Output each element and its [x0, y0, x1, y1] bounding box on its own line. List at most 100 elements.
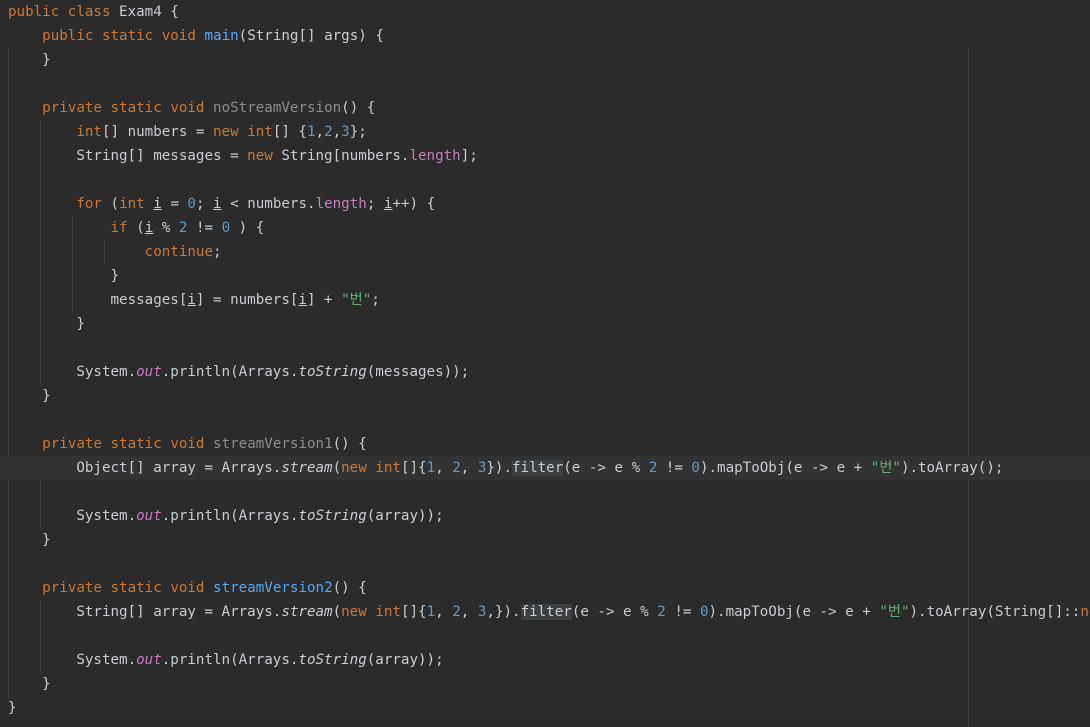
- code-line[interactable]: [0, 408, 1090, 432]
- code-token: }: [8, 676, 51, 692]
- code-token: toString: [298, 364, 367, 380]
- code-token: System.: [8, 364, 137, 380]
- code-token: i: [213, 196, 222, 212]
- code-token: .println(Arrays.: [161, 364, 299, 380]
- code-token: ;: [195, 196, 214, 212]
- code-token: continue: [144, 244, 214, 260]
- code-token: stream: [281, 604, 333, 620]
- code-line[interactable]: if (i % 2 != 0 ) {: [0, 216, 1090, 240]
- code-token: }: [8, 532, 51, 548]
- code-line-text: System.out.println(Arrays.toString(messa…: [8, 360, 469, 384]
- code-line[interactable]: }: [0, 312, 1090, 336]
- code-token: 1: [306, 124, 316, 140]
- code-line[interactable]: }: [0, 528, 1090, 552]
- code-line[interactable]: }: [0, 264, 1090, 288]
- code-line[interactable]: System.out.println(Arrays.toString(array…: [0, 648, 1090, 672]
- code-token: new: [341, 460, 367, 476]
- code-line[interactable]: int[] numbers = new int[] {1,2,3};: [0, 120, 1090, 144]
- code-token: !=: [657, 460, 692, 476]
- code-token: void: [170, 100, 205, 116]
- code-token: for: [76, 196, 102, 212]
- code-token: main: [204, 28, 239, 44]
- code-token: "번": [870, 460, 901, 476]
- code-token: "번": [879, 604, 910, 620]
- code-token: int: [119, 196, 145, 212]
- code-token: ;: [213, 244, 222, 260]
- code-token: ).mapToObj(e -> e +: [699, 460, 871, 476]
- code-token: Object[] array = Arrays.: [8, 460, 282, 476]
- code-token: class: [67, 4, 111, 20]
- code-token: out: [136, 652, 162, 668]
- code-token: 2: [452, 604, 461, 620]
- code-line[interactable]: System.out.println(Arrays.toString(messa…: [0, 360, 1090, 384]
- code-token: new: [213, 124, 239, 140]
- code-line-text: System.out.println(Arrays.toString(array…: [8, 504, 444, 528]
- code-token: 2: [657, 604, 666, 620]
- code-token: filter: [520, 604, 572, 620]
- code-token: System.: [8, 508, 137, 524]
- code-token: 2: [452, 460, 461, 476]
- code-token: ] +: [306, 292, 342, 308]
- code-line[interactable]: [0, 480, 1090, 504]
- code-token: ,: [460, 604, 478, 620]
- code-line[interactable]: Object[] array = Arrays.stream(new int[]…: [0, 456, 1090, 480]
- code-token: ,: [435, 460, 453, 476]
- code-token: streamVersion1: [213, 436, 333, 452]
- code-line[interactable]: [0, 552, 1090, 576]
- code-token: 0: [691, 460, 700, 476]
- code-line[interactable]: }: [0, 48, 1090, 72]
- code-token: out: [136, 364, 162, 380]
- code-line[interactable]: private static void streamVersion2() {: [0, 576, 1090, 600]
- code-token: () {: [332, 436, 367, 452]
- code-line[interactable]: System.out.println(Arrays.toString(array…: [0, 504, 1090, 528]
- code-token: static: [110, 100, 162, 116]
- code-line-text: public class Exam4 {: [8, 0, 179, 24]
- code-token: int: [247, 124, 273, 140]
- code-line[interactable]: continue;: [0, 240, 1090, 264]
- code-token: (array));: [366, 508, 444, 524]
- code-line-text: }: [8, 312, 85, 336]
- code-line[interactable]: }: [0, 384, 1090, 408]
- code-token: .println(Arrays.: [161, 652, 299, 668]
- code-editor[interactable]: public class Exam4 { public static void …: [0, 0, 1090, 727]
- code-token: }: [8, 316, 85, 332]
- code-token: 2: [324, 124, 333, 140]
- code-line[interactable]: String[] messages = new String[numbers.l…: [0, 144, 1090, 168]
- code-token: ,}).: [486, 604, 521, 620]
- code-token: ++) {: [392, 196, 436, 212]
- code-line[interactable]: String[] array = Arrays.stream(new int[]…: [0, 600, 1090, 624]
- code-line-text: }: [8, 672, 51, 696]
- code-token: < numbers.: [221, 196, 316, 212]
- code-line[interactable]: private static void streamVersion1() {: [0, 432, 1090, 456]
- code-token: int: [76, 124, 102, 140]
- code-token: i: [153, 196, 162, 212]
- code-line[interactable]: for (int i = 0; i < numbers.length; i++)…: [0, 192, 1090, 216]
- code-line-text: }: [8, 696, 17, 720]
- code-line[interactable]: private static void noStreamVersion() {: [0, 96, 1090, 120]
- code-token: new: [247, 148, 273, 164]
- code-token: }: [8, 52, 51, 68]
- code-line[interactable]: }: [0, 672, 1090, 696]
- code-line[interactable]: [0, 336, 1090, 360]
- code-token: ;: [371, 292, 380, 308]
- code-line[interactable]: }: [0, 696, 1090, 720]
- code-token: filter: [512, 460, 564, 476]
- code-token: ];: [460, 148, 478, 164]
- code-token: }: [8, 268, 120, 284]
- code-token: []{: [400, 460, 427, 476]
- code-line[interactable]: public class Exam4 {: [0, 0, 1090, 24]
- code-line[interactable]: [0, 72, 1090, 96]
- code-line-text: System.out.println(Arrays.toString(array…: [8, 648, 443, 672]
- code-line[interactable]: messages[i] = numbers[i] + "번";: [0, 288, 1090, 312]
- code-line[interactable]: public static void main(String[] args) {: [0, 24, 1090, 48]
- code-token: !=: [665, 604, 700, 620]
- code-token: i: [144, 220, 154, 236]
- code-line[interactable]: [0, 168, 1090, 192]
- code-line[interactable]: [0, 624, 1090, 648]
